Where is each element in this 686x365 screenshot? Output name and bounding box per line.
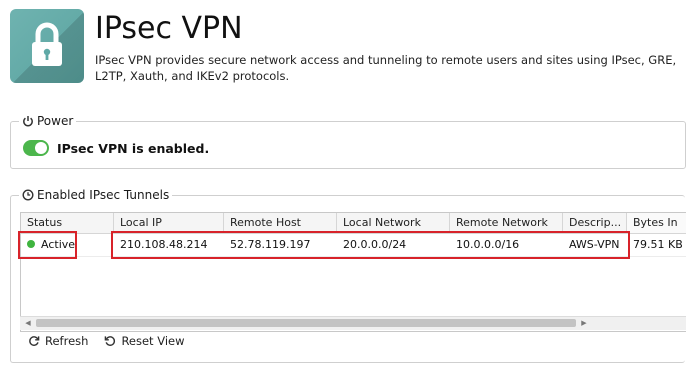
scroll-right-arrow-icon[interactable]: ▶	[578, 317, 590, 330]
power-toggle[interactable]	[23, 140, 49, 156]
scrollbar-thumb[interactable]	[36, 319, 576, 327]
horizontal-scrollbar[interactable]: ◀ ▶	[20, 316, 686, 330]
undo-icon	[105, 336, 116, 346]
column-header-description[interactable]: Descrip...	[563, 213, 627, 233]
page-description: IPsec VPN provides secure network access…	[95, 53, 677, 83]
refresh-button[interactable]: Refresh	[28, 334, 88, 348]
column-header-bytes-in[interactable]: Bytes In	[627, 213, 686, 233]
status-highlight-box	[18, 231, 77, 259]
refresh-label: Refresh	[45, 334, 89, 348]
scroll-left-arrow-icon[interactable]: ◀	[22, 317, 34, 330]
tunnels-legend: Enabled IPsec Tunnels	[19, 188, 173, 202]
grid-toolbar: Refresh Reset View	[28, 334, 185, 348]
cell-bytes-in: 79.51 KB	[633, 238, 683, 251]
power-icon	[23, 116, 33, 127]
reset-view-button[interactable]: Reset View	[104, 334, 185, 348]
column-header-remote-host[interactable]: Remote Host	[224, 213, 337, 233]
tunnels-legend-label: Enabled IPsec Tunnels	[37, 188, 170, 202]
clock-icon	[22, 189, 34, 201]
power-legend: Power	[19, 114, 77, 128]
power-status-text: IPsec VPN is enabled.	[57, 140, 210, 156]
power-legend-label: Power	[37, 114, 74, 128]
refresh-icon	[29, 336, 40, 346]
tunnels-grid: Status Local IP Remote Host Local Networ…	[20, 212, 686, 332]
reset-view-label: Reset View	[121, 334, 185, 348]
column-header-remote-network[interactable]: Remote Network	[450, 213, 563, 233]
column-header-local-ip[interactable]: Local IP	[114, 213, 224, 233]
page-title: IPsec VPN	[95, 11, 243, 46]
lock-icon	[10, 9, 84, 83]
tunnel-details-highlight-box	[111, 231, 630, 259]
ipsec-vpn-page: IPsec VPN IPsec VPN provides secure netw…	[0, 0, 686, 365]
power-status-row: IPsec VPN is enabled.	[23, 140, 209, 156]
column-header-status[interactable]: Status	[21, 213, 114, 233]
column-header-local-network[interactable]: Local Network	[337, 213, 450, 233]
